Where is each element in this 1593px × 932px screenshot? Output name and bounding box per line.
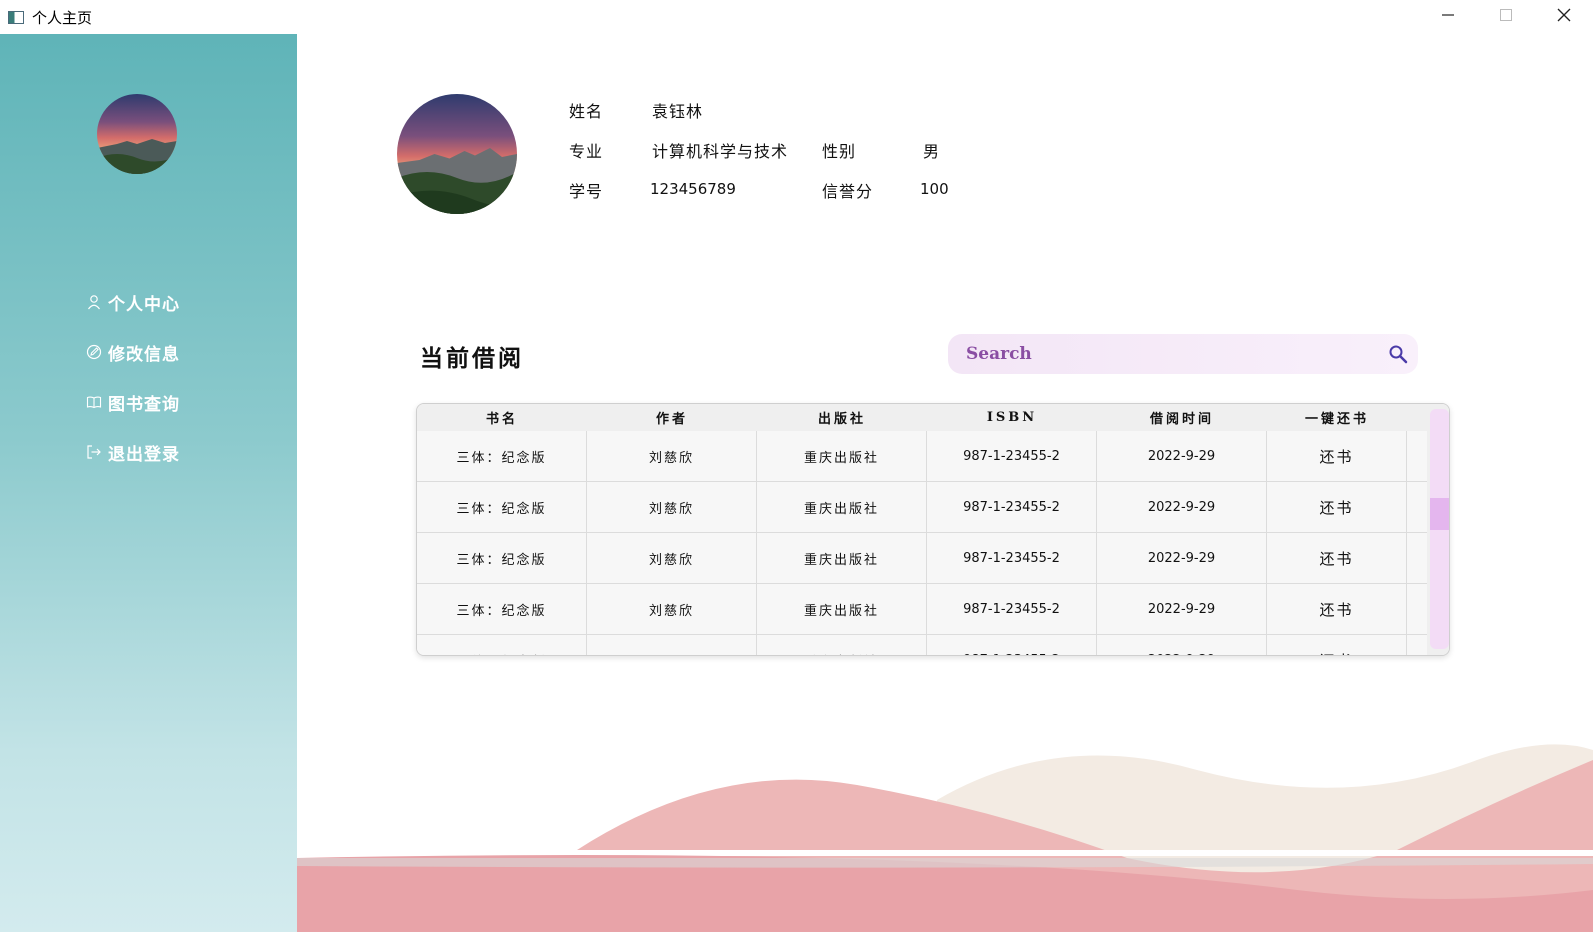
borrow-date-cell: 2022-9-29 [1097, 584, 1267, 634]
book-title-cell: 三体：纪念版 [417, 635, 587, 655]
column-header[interactable]: 书名 [417, 404, 587, 431]
column-header[interactable]: 作者 [587, 404, 757, 431]
book-title-cell: 三体：纪念版 [417, 584, 587, 634]
close-button[interactable] [1535, 0, 1593, 30]
sidebar-item-label: 修改信息 [108, 344, 180, 365]
maximize-icon [1500, 9, 1512, 21]
isbn-cell: 987-1-23455-2 [927, 482, 1097, 532]
book-title-cell: 三体：纪念版 [417, 533, 587, 583]
sidebar-item-logout[interactable]: 退出登录 [86, 440, 180, 465]
sidebar-item-book-search[interactable]: 图书查询 [86, 390, 180, 415]
gender-label: 性别 [822, 142, 857, 161]
profile-avatar [397, 94, 517, 214]
sidebar: 个人中心 修改信息 图书查询 退出登录 [0, 34, 297, 932]
return-book-button[interactable]: 还书 [1267, 533, 1407, 583]
author-cell: 刘慈欣 [587, 482, 757, 532]
search-icon [1389, 345, 1408, 364]
window-controls [1419, 0, 1593, 30]
book-icon [86, 396, 102, 409]
author-cell: 刘慈欣 [587, 533, 757, 583]
current-borrow-title: 当前借阅 [420, 345, 524, 372]
minimize-button[interactable] [1419, 0, 1477, 30]
return-book-button[interactable]: 还书 [1267, 635, 1407, 655]
column-header[interactable]: 一键还书 [1267, 404, 1407, 431]
isbn-cell: 987-1-23455-2 [927, 533, 1097, 583]
user-icon [88, 295, 100, 310]
isbn-cell: 987-1-23455-2 [927, 584, 1097, 634]
borrow-date-cell: 2022-9-29 [1097, 482, 1267, 532]
table-header: 书名 作者 出版社 ISBN 借阅时间 一键还书 [417, 404, 1427, 431]
publisher-cell: 重庆出版社 [757, 482, 927, 532]
book-title-cell: 三体：纪念版 [417, 431, 587, 481]
publisher-cell: 重庆出版社 [757, 635, 927, 655]
close-icon [1557, 8, 1571, 22]
search-box [948, 334, 1418, 374]
app-icon [8, 10, 24, 24]
minimize-icon [1442, 14, 1454, 16]
credit-value: 100 [920, 180, 949, 198]
table-body[interactable]: 三体：纪念版 刘慈欣 重庆出版社 987-1-23455-2 2022-9-29… [417, 431, 1427, 655]
scrollbar-thumb[interactable] [1430, 498, 1449, 530]
author-cell: 刘慈欣 [587, 635, 757, 655]
credit-label: 信誉分 [822, 182, 874, 201]
column-header[interactable]: 借阅时间 [1097, 404, 1267, 431]
table-row: 三体：纪念版 刘慈欣 重庆出版社 987-1-23455-2 2022-9-29… [417, 635, 1427, 655]
sidebar-item-label: 个人中心 [108, 294, 180, 315]
borrow-date-cell: 2022-9-29 [1097, 635, 1267, 655]
sidebar-item-profile[interactable]: 个人中心 [86, 290, 180, 315]
sidebar-nav: 个人中心 修改信息 图书查询 退出登录 [86, 290, 180, 490]
sidebar-item-label: 图书查询 [108, 394, 180, 415]
student-id-value: 123456789 [650, 180, 736, 198]
sidebar-item-edit-info[interactable]: 修改信息 [86, 340, 180, 365]
borrow-date-cell: 2022-9-29 [1097, 431, 1267, 481]
author-cell: 刘慈欣 [587, 584, 757, 634]
table-row: 三体：纪念版 刘慈欣 重庆出版社 987-1-23455-2 2022-9-29… [417, 431, 1427, 482]
column-header[interactable]: 出版社 [757, 404, 927, 431]
publisher-cell: 重庆出版社 [757, 533, 927, 583]
column-header[interactable]: ISBN [927, 404, 1097, 431]
author-cell: 刘慈欣 [587, 431, 757, 481]
borrow-table: 书名 作者 出版社 ISBN 借阅时间 一键还书 三体：纪念版 刘慈欣 重庆出版… [416, 403, 1450, 656]
name-label: 姓名 [569, 102, 604, 121]
publisher-cell: 重庆出版社 [757, 584, 927, 634]
title-bar: 个人主页 [0, 0, 1593, 34]
name-value: 袁钰林 [652, 102, 704, 121]
student-id-label: 学号 [569, 182, 604, 201]
profile-avatar-image [397, 94, 517, 214]
search-input[interactable] [964, 343, 1388, 365]
return-book-button[interactable]: 还书 [1267, 584, 1407, 634]
window-title: 个人主页 [32, 8, 93, 27]
borrow-date-cell: 2022-9-29 [1097, 533, 1267, 583]
logout-icon [87, 445, 101, 459]
avatar-image [97, 94, 177, 174]
sidebar-item-label: 退出登录 [108, 444, 180, 465]
major-label: 专业 [569, 142, 604, 161]
table-row: 三体：纪念版 刘慈欣 重庆出版社 987-1-23455-2 2022-9-29… [417, 584, 1427, 635]
table-row: 三体：纪念版 刘慈欣 重庆出版社 987-1-23455-2 2022-9-29… [417, 482, 1427, 533]
return-book-button[interactable]: 还书 [1267, 431, 1407, 481]
book-title-cell: 三体：纪念版 [417, 482, 587, 532]
decorative-waves [297, 744, 1593, 932]
isbn-cell: 987-1-23455-2 [927, 431, 1097, 481]
isbn-cell: 987-1-23455-2 [927, 635, 1097, 655]
avatar[interactable] [97, 94, 177, 174]
return-book-button[interactable]: 还书 [1267, 482, 1407, 532]
gender-value: 男 [923, 142, 941, 161]
table-row: 三体：纪念版 刘慈欣 重庆出版社 987-1-23455-2 2022-9-29… [417, 533, 1427, 584]
edit-icon [86, 344, 102, 360]
table-scrollbar[interactable] [1427, 404, 1449, 655]
major-value: 计算机科学与技术 [652, 142, 789, 161]
publisher-cell: 重庆出版社 [757, 431, 927, 481]
search-button[interactable] [1388, 344, 1408, 368]
maximize-button[interactable] [1477, 0, 1535, 30]
